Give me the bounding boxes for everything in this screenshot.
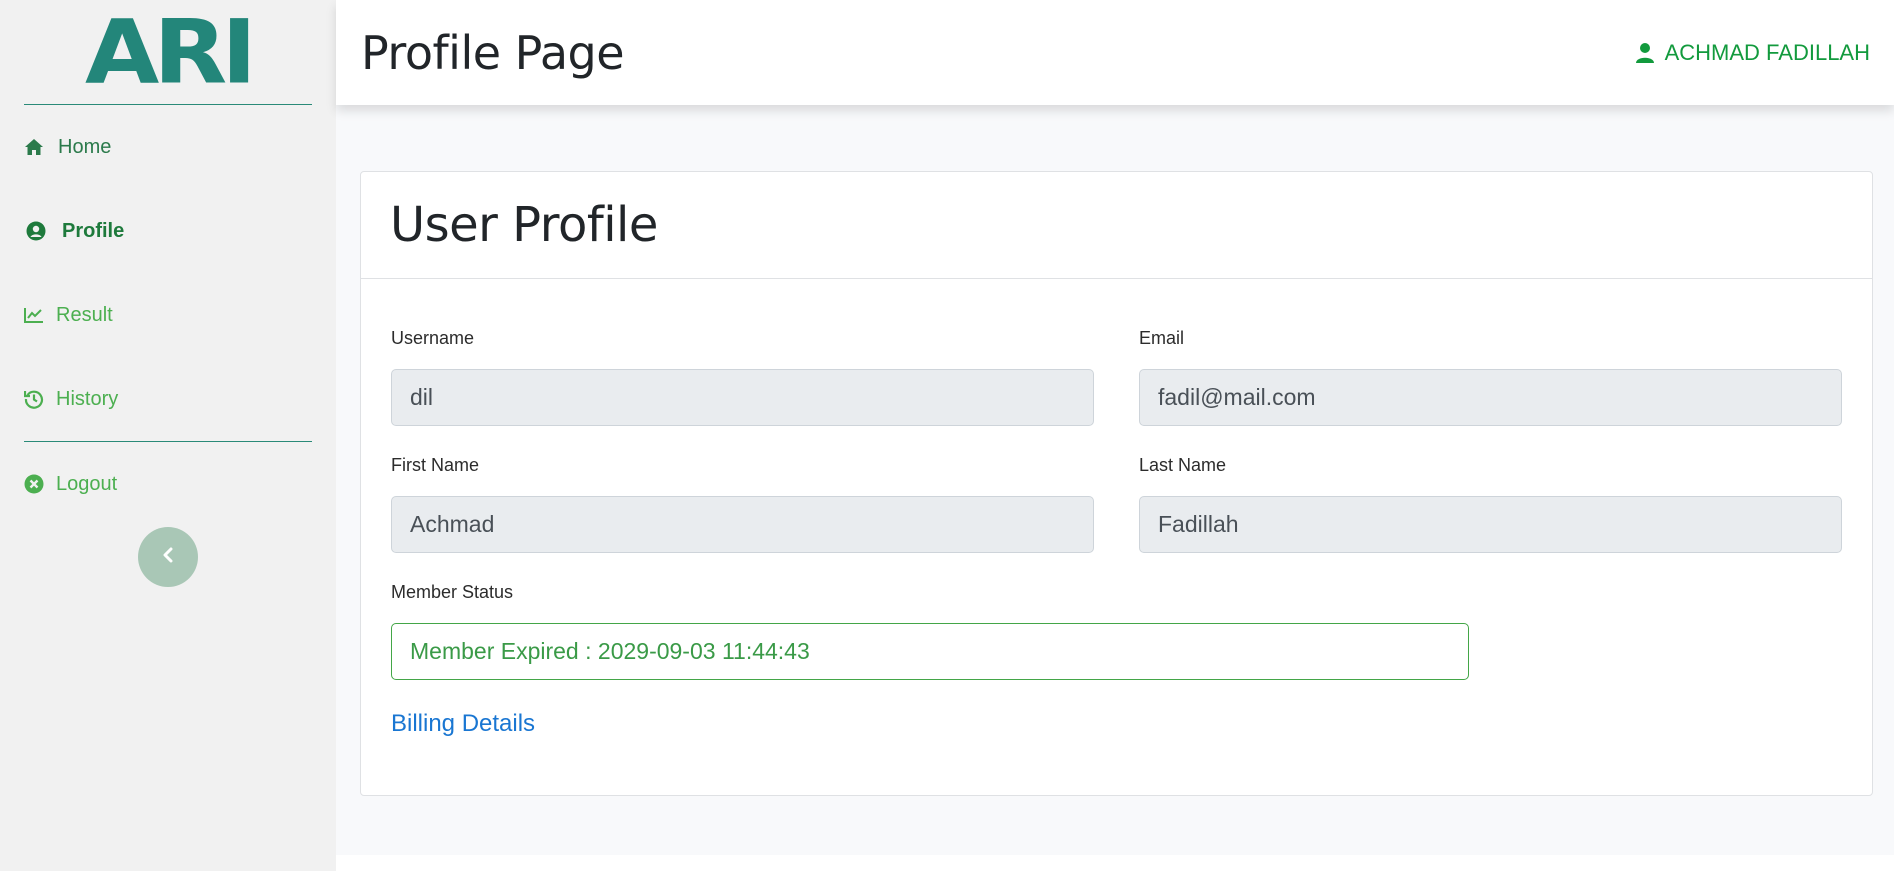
top-bar: Profile Page ACHMAD FADILLAH [336, 0, 1894, 105]
app-root: ARI Home Profile Result History Logout P… [0, 0, 1894, 871]
logo-container: ARI [24, 0, 312, 105]
sidebar-item-label: Logout [56, 472, 118, 495]
username-label: Username [391, 327, 475, 348]
member-status-field[interactable] [391, 623, 1469, 680]
chevron-left-icon [162, 547, 174, 568]
form-group-first-name: First Name [391, 446, 1094, 596]
chart-line-icon [24, 307, 56, 323]
card-body: Username Email First Name [361, 279, 1872, 738]
sidebar-item-result[interactable]: Result [24, 273, 312, 357]
sidebar: ARI Home Profile Result History Logout [0, 0, 336, 871]
user-icon [1635, 42, 1655, 64]
username-field[interactable] [391, 369, 1094, 426]
last-name-field[interactable] [1139, 496, 1842, 553]
footer-strip [336, 855, 1894, 871]
home-icon [24, 138, 58, 156]
sidebar-item-logout[interactable]: Logout [24, 442, 312, 526]
user-circle-icon [24, 221, 62, 241]
content-area: User Profile Username Email [336, 105, 1894, 796]
logo: ARI [85, 0, 257, 104]
billing-details-link[interactable]: Billing Details [391, 710, 535, 738]
times-circle-icon [24, 474, 56, 494]
sidebar-item-label: History [56, 387, 119, 410]
user-name: ACHMAD FADILLAH [1664, 39, 1870, 65]
card-title: User Profile [390, 197, 658, 253]
first-name-label: First Name [391, 454, 480, 475]
first-name-field[interactable] [391, 496, 1094, 553]
sidebar-item-label: Home [58, 135, 112, 158]
sidebar-item-profile[interactable]: Profile [24, 189, 312, 273]
profile-card: User Profile Username Email [360, 171, 1873, 796]
sidebar-item-history[interactable]: History [24, 357, 312, 441]
sidebar-item-label: Profile [62, 219, 125, 242]
last-name-label: Last Name [1139, 454, 1227, 475]
page-title: Profile Page [361, 25, 625, 80]
card-header: User Profile [361, 172, 1872, 279]
main-area: Profile Page ACHMAD FADILLAH User Profil… [336, 0, 1894, 871]
history-icon [24, 389, 56, 409]
form-group-last-name: Last Name [1139, 446, 1842, 596]
email-field[interactable] [1139, 369, 1842, 426]
user-menu-link[interactable]: ACHMAD FADILLAH [1635, 40, 1870, 66]
sidebar-item-label: Result [56, 303, 113, 326]
sidebar-item-home[interactable]: Home [24, 105, 312, 189]
sidebar-collapse-button[interactable] [138, 527, 198, 587]
email-label: Email [1139, 327, 1185, 348]
